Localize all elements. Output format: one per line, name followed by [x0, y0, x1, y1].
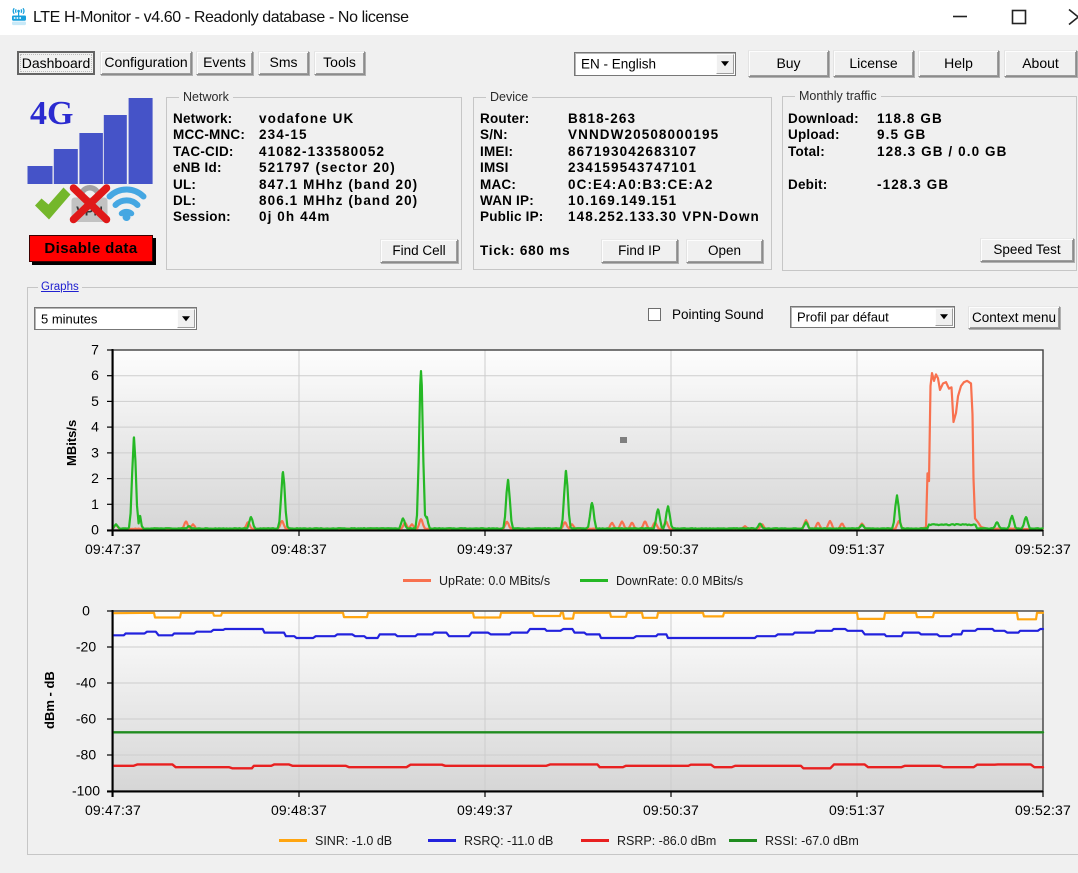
svg-text:09:50:37: 09:50:37	[643, 802, 699, 818]
svg-text:09:51:37: 09:51:37	[829, 802, 885, 818]
svg-text:4: 4	[91, 419, 99, 435]
svg-text:0: 0	[82, 603, 90, 619]
svg-text:1: 1	[91, 496, 99, 512]
svg-text:-40: -40	[76, 675, 96, 691]
svg-text:09:50:37: 09:50:37	[643, 541, 699, 557]
svg-text:5: 5	[91, 393, 99, 409]
svg-text:09:52:37: 09:52:37	[1015, 802, 1071, 818]
svg-text:6: 6	[91, 367, 99, 383]
svg-text:09:52:37: 09:52:37	[1015, 541, 1071, 557]
svg-text:2: 2	[91, 470, 99, 486]
svg-text:09:48:37: 09:48:37	[271, 802, 327, 818]
svg-text:09:48:37: 09:48:37	[271, 541, 327, 557]
svg-text:-100: -100	[72, 783, 100, 799]
svg-text:09:49:37: 09:49:37	[457, 541, 513, 557]
svg-text:09:49:37: 09:49:37	[457, 802, 513, 818]
svg-text:-20: -20	[76, 639, 96, 655]
svg-text:3: 3	[91, 444, 99, 460]
svg-text:0: 0	[91, 522, 99, 538]
svg-text:-60: -60	[76, 711, 96, 727]
svg-text:09:47:37: 09:47:37	[85, 802, 141, 818]
svg-text:09:47:37: 09:47:37	[85, 541, 141, 557]
svg-text:-80: -80	[76, 747, 96, 763]
svg-text:09:51:37: 09:51:37	[829, 541, 885, 557]
svg-text:7: 7	[91, 344, 99, 358]
